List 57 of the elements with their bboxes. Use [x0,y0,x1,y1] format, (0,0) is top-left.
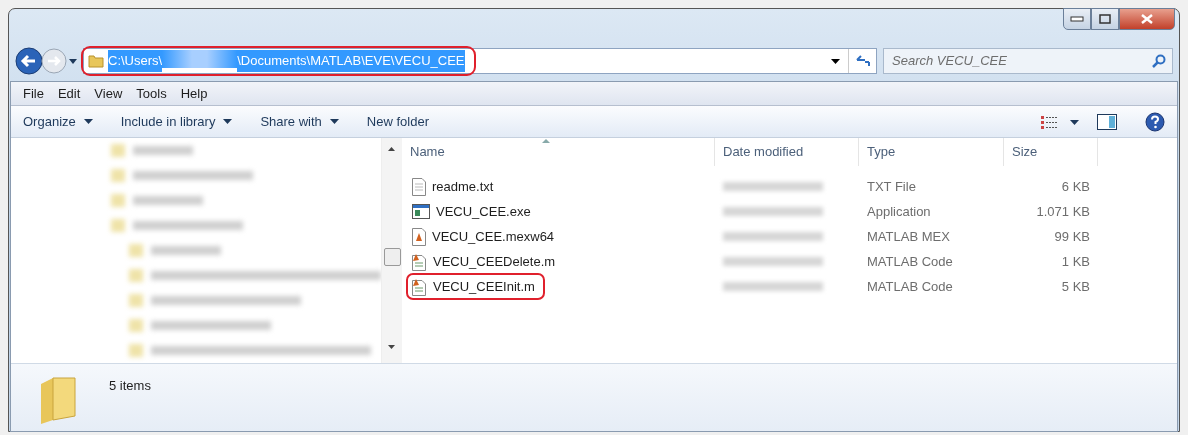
menu-item[interactable]: Tools [130,83,173,104]
column-header[interactable]: Date modified [715,138,859,166]
scroll-down-arrow-icon[interactable] [388,345,395,349]
column-header[interactable]: Size [1004,138,1098,166]
column-header[interactable]: Name [402,138,715,166]
sort-arrow-icon [542,139,551,143]
folder-path: C:\Users\ \Documents\MATLAB\EVE\VECU_CEE [108,50,465,72]
search-icon [1152,54,1166,68]
text-file-icon [412,177,426,196]
file-name-entry[interactable]: readme.txt [408,174,502,199]
matlab-code-icon [412,252,427,271]
file-name-entry[interactable]: VECU_CEEInit.m [408,274,543,299]
help-icon[interactable] [1145,111,1165,132]
file-type: Application [866,202,932,221]
mex-file-icon [412,227,426,246]
dropdown-arrow-icon[interactable] [69,58,77,64]
file-size: 6 KB [1060,177,1091,196]
search-field[interactable]: Search VECU_CEE [890,50,1152,72]
file-size: 99 KB [1053,227,1091,246]
search-box[interactable]: Search VECU_CEE [883,48,1173,74]
back-button[interactable] [15,47,43,75]
preview-pane-icon[interactable] [1097,113,1117,130]
folder-icon [88,53,104,69]
view-options-icon[interactable] [1041,114,1079,129]
toolbar-button[interactable]: New folder [366,111,429,132]
maximize-icon [1099,14,1111,24]
file-size: 1 KB [1060,252,1091,271]
menu-item[interactable]: File [17,83,50,104]
file-name-entry[interactable]: VECU_CEE.mexw64 [408,224,563,249]
column-header[interactable]: Type [859,138,1004,166]
toolbar-button[interactable]: Include in library [120,111,233,132]
folder-icon [39,376,79,424]
file-name-entry[interactable]: VECU_CEE.exe [408,199,539,224]
maximize-button[interactable] [1091,8,1119,30]
file-type: MATLAB Code [866,277,954,296]
file-type: MATLAB MEX [866,227,951,246]
close-button[interactable] [1119,8,1175,30]
scroll-thumb[interactable] [384,248,401,266]
scrollbar[interactable] [381,138,402,363]
item-count: 5 items [109,377,151,395]
minimize-button[interactable] [1063,8,1091,30]
file-type: TXT File [866,177,917,196]
toolbar-button[interactable]: Share with [260,111,339,132]
minimize-icon [1070,16,1084,22]
file-size: 5 KB [1060,277,1091,296]
close-icon [1141,14,1153,24]
matlab-code-icon [412,277,427,296]
file-type: MATLAB Code [866,252,954,271]
menu-item[interactable]: View [88,83,129,104]
toolbar-button[interactable]: Organize [23,111,93,132]
scroll-up-arrow-icon[interactable] [388,147,395,151]
file-size: 1.071 KB [1035,202,1091,221]
menu-item[interactable]: Edit [51,83,87,104]
file-name-entry[interactable]: VECU_CEEDelete.m [408,249,564,274]
menu-item[interactable]: Help [174,83,214,104]
application-icon [412,204,430,219]
dropdown-arrow-icon[interactable] [831,58,840,64]
